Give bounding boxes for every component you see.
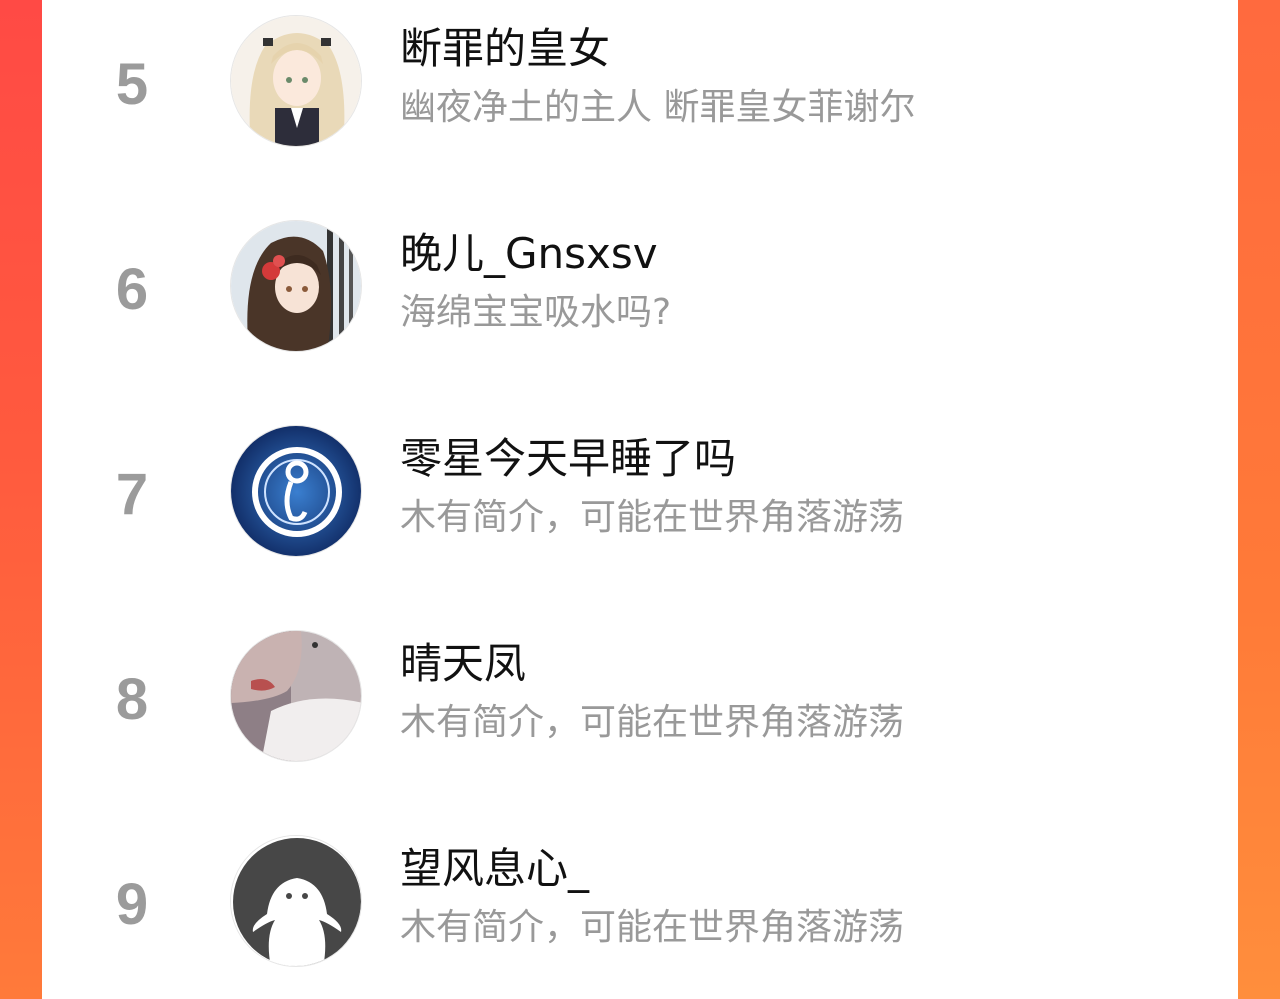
username[interactable]: 晚儿_Gnsxsv: [400, 230, 658, 277]
right-background-edge: [1238, 0, 1280, 999]
ranking-list: 5 断罪的皇女 幽夜净土的主人 断罪皇女菲谢尔 6 晚儿_Gnsxsv 海绵宝宝…: [42, 0, 1238, 999]
list-item[interactable]: 7 零星今天早睡了吗 木有简介，可能在世界角落游荡: [42, 418, 1238, 568]
rank-number: 7: [115, 462, 149, 527]
rank-number: 5: [115, 52, 149, 117]
avatar[interactable]: [230, 15, 362, 147]
username[interactable]: 晴天凤: [400, 640, 526, 687]
avatar[interactable]: [230, 425, 362, 557]
avatar[interactable]: [230, 220, 362, 352]
user-bio: 木有简介，可能在世界角落游荡: [400, 907, 905, 948]
user-bio: 幽夜净土的主人 断罪皇女菲谢尔: [400, 87, 916, 128]
user-bio: 木有简介，可能在世界角落游荡: [400, 702, 905, 743]
user-bio: 海绵宝宝吸水吗?: [400, 292, 672, 333]
rank-number: 8: [115, 667, 149, 732]
rank-number: 9: [115, 872, 149, 937]
list-item[interactable]: 8 晴天凤 木有简介，可能在世界角落游荡: [42, 623, 1238, 773]
list-item[interactable]: 5 断罪的皇女 幽夜净土的主人 断罪皇女菲谢尔: [42, 8, 1238, 158]
username[interactable]: 望风息心_: [400, 845, 589, 892]
user-bio: 木有简介，可能在世界角落游荡: [400, 497, 905, 538]
rank-number: 6: [115, 257, 149, 322]
username[interactable]: 断罪的皇女: [400, 25, 610, 72]
username[interactable]: 零星今天早睡了吗: [400, 435, 736, 482]
avatar[interactable]: [230, 630, 362, 762]
avatar[interactable]: [230, 835, 362, 967]
list-item[interactable]: 9 望风息心_ 木有简介，可能在世界角落游荡: [42, 828, 1238, 978]
list-item[interactable]: 6 晚儿_Gnsxsv 海绵宝宝吸水吗?: [42, 213, 1238, 363]
